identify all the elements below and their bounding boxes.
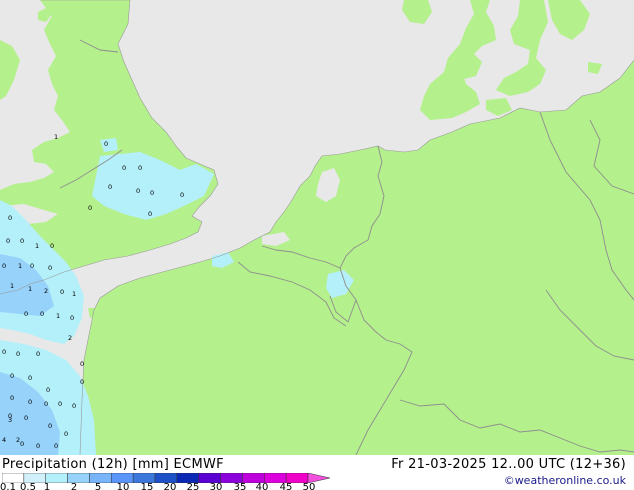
valid-time: Fr 21-03-2025 12..00 UTC (12+36) [391, 457, 626, 472]
scale-tick-label: 2 [70, 482, 78, 490]
precip-value: 0 [2, 262, 6, 270]
precip-value: 0 [48, 264, 52, 272]
scale-tick-label: 45 [279, 482, 293, 490]
precip-value: 0 [150, 189, 154, 197]
scale-tick-label: 50 [302, 482, 316, 490]
scale-tick-label: 5 [94, 482, 102, 490]
precip-value: 0 [60, 288, 64, 296]
scale-tick-label: 40 [255, 482, 269, 490]
precip-value: 0 [20, 440, 24, 448]
scale-tick-label: 30 [209, 482, 223, 490]
scale-tick-label: 0.5 [20, 482, 36, 490]
precip-value: 1 [28, 285, 32, 293]
precip-value: 0 [148, 210, 152, 218]
scale-tick-label: 25 [186, 482, 200, 490]
precip-value: 0 [36, 442, 40, 450]
precip-value: 4 [2, 436, 6, 444]
precip-value: 1 [72, 290, 76, 298]
precip-value: 0 [80, 378, 84, 386]
legend-bar: Precipitation (12h) [mm] ECMWF Fr 21-03-… [0, 455, 634, 490]
precip-value: 0 [138, 164, 142, 172]
precip-value: 0 [10, 372, 14, 380]
precip-value: 1 [18, 262, 22, 270]
precip-value: 0 [72, 402, 76, 410]
precip-value: 0 [136, 187, 140, 195]
precip-value: 0 [48, 422, 52, 430]
precip-value: 2 [68, 334, 72, 342]
scale-tick-label: 35 [233, 482, 247, 490]
precip-value: 3 [8, 416, 12, 424]
precip-value: 0 [122, 164, 126, 172]
precip-value: 2 [44, 287, 48, 295]
precip-value: 1 [35, 242, 39, 250]
precip-value: 0 [64, 430, 68, 438]
precip-value: 0 [58, 400, 62, 408]
precip-value: 0 [36, 350, 40, 358]
scale-tick-label: 15 [140, 482, 154, 490]
precip-value: 1 [10, 282, 14, 290]
scale-tick-label: 0.1 [0, 482, 16, 490]
precip-value: 0 [28, 398, 32, 406]
weather-map: 0 00 0 0 0100000 01 00 1 0 01 1 2 0 10 0 1 020 0 0000 000 0 0… [0, 0, 634, 455]
precip-value: 0 [20, 237, 24, 245]
precip-value: 0 [44, 400, 48, 408]
precip-value: 0 [54, 442, 58, 450]
precip-value: 1 [54, 133, 58, 141]
precip-value: 0 [30, 262, 34, 270]
precip-value: 0 [6, 237, 10, 245]
precip-value: 0 [8, 214, 12, 222]
scale-tick-label: 1 [43, 482, 51, 490]
credit-link[interactable]: ©weatheronline.co.uk [504, 474, 626, 487]
precip-value: 0 [28, 374, 32, 382]
precip-value: 0 [50, 242, 54, 250]
precip-value: 0 [40, 310, 44, 318]
precip-value: 0 [24, 414, 28, 422]
map-view: 0000001000000100100112010010200000000000… [0, 0, 634, 490]
precip-value: 0 [70, 314, 74, 322]
product-title: Precipitation (12h) [mm] ECMWF [2, 457, 224, 472]
scale-tick-label: 20 [163, 482, 177, 490]
precip-value: 0 [88, 204, 92, 212]
precip-value: 0 [46, 386, 50, 394]
precip-value: 0 [108, 183, 112, 191]
precip-value: 0 [104, 140, 108, 148]
precip-value: 0 [16, 350, 20, 358]
scale-tick-label: 10 [116, 482, 130, 490]
precip-value: 0 [180, 191, 184, 199]
precip-value: 1 [56, 312, 60, 320]
precip-value: 0 [24, 310, 28, 318]
precip-value: 0 [2, 348, 6, 356]
precip-value: 0 [80, 360, 84, 368]
precip-value: 0 [10, 394, 14, 402]
